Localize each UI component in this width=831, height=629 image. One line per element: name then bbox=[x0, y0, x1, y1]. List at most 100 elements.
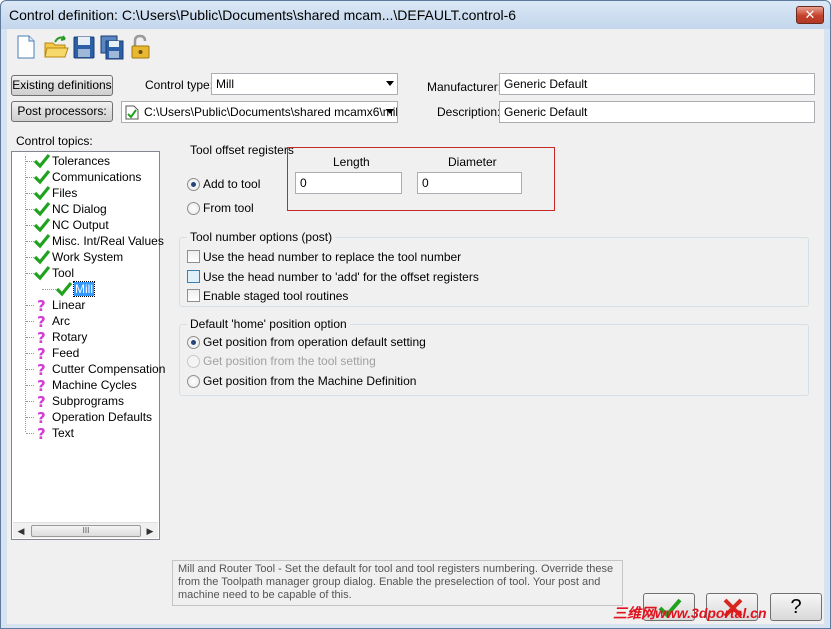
tree-item-label: Machine Cycles bbox=[52, 378, 137, 392]
control-topics-label: Control topics: bbox=[16, 134, 93, 148]
svg-text:?: ? bbox=[37, 345, 46, 361]
tree-connector bbox=[26, 353, 34, 354]
tool-offset-title: Tool offset registers bbox=[190, 143, 294, 157]
home-position-title: Default 'home' position option bbox=[187, 317, 350, 331]
tree-item-label: NC Dialog bbox=[52, 202, 107, 216]
check-icon bbox=[33, 217, 51, 233]
manufacturer-field[interactable]: Generic Default bbox=[499, 73, 815, 95]
control-type-select[interactable]: Mill bbox=[211, 73, 398, 95]
save-as-icon[interactable] bbox=[99, 33, 125, 61]
tree-item-label: Tool bbox=[52, 266, 75, 280]
post-processors-button[interactable]: Post processors: bbox=[11, 101, 113, 122]
svg-text:?: ? bbox=[37, 313, 46, 329]
add-offset-registers-label[interactable]: Use the head number to 'add' for the off… bbox=[203, 270, 479, 284]
control-topics-tree[interactable]: Tolerances Communications Files NC Dialog NC… bbox=[11, 151, 165, 540]
svg-text:?: ? bbox=[37, 297, 46, 313]
replace-tool-number-checkbox[interactable] bbox=[187, 250, 200, 263]
document-check-icon bbox=[125, 105, 139, 120]
post-path-select[interactable]: C:\Users\Public\Documents\shared mcamx6\… bbox=[121, 101, 398, 123]
scroll-thumb[interactable]: III bbox=[31, 525, 141, 537]
question-mark-icon: ? bbox=[34, 297, 50, 315]
diameter-input[interactable]: 0 bbox=[417, 172, 522, 194]
chevron-down-icon bbox=[386, 109, 394, 114]
title-bar[interactable]: Control definition: C:\Users\Public\Docu… bbox=[1, 1, 830, 29]
horizontal-scrollbar[interactable]: ◀ III ▶ bbox=[13, 522, 158, 538]
tree-item-label: Text bbox=[52, 426, 75, 440]
check-icon bbox=[33, 249, 51, 265]
tree-item-label: Arc bbox=[52, 314, 70, 328]
tree-item-label: Rotary bbox=[52, 330, 88, 344]
tree-connector bbox=[26, 369, 34, 370]
tree-connector bbox=[26, 385, 34, 386]
tree-connector bbox=[26, 337, 34, 338]
add-to-tool-radio[interactable] bbox=[187, 178, 200, 191]
question-mark-icon: ? bbox=[34, 409, 50, 427]
lock-icon[interactable] bbox=[127, 33, 153, 61]
scroll-left-icon[interactable]: ◀ bbox=[13, 523, 29, 539]
close-button[interactable]: ✕ bbox=[796, 6, 824, 24]
tree-connector bbox=[26, 417, 34, 418]
scroll-right-icon[interactable]: ▶ bbox=[142, 523, 158, 539]
home-machine-definition-radio[interactable] bbox=[187, 375, 200, 388]
window-title: Control definition: C:\Users\Public\Docu… bbox=[9, 7, 517, 23]
description-label: Description: bbox=[437, 105, 501, 119]
home-operation-default-radio[interactable] bbox=[187, 336, 200, 349]
watermark: 三维网www.3dportal.cn bbox=[613, 605, 767, 621]
save-icon[interactable] bbox=[71, 33, 97, 61]
tree-connector bbox=[26, 321, 34, 322]
check-icon bbox=[33, 265, 51, 281]
chevron-down-icon bbox=[386, 81, 394, 86]
tree-connector bbox=[26, 305, 34, 306]
tree-item-label: Files bbox=[52, 186, 78, 200]
tree-connector bbox=[26, 273, 34, 274]
replace-tool-number-label[interactable]: Use the head number to replace the tool … bbox=[203, 250, 461, 264]
tool-number-title: Tool number options (post) bbox=[187, 230, 336, 244]
tree-item-label: Communications bbox=[52, 170, 142, 184]
tree-connector bbox=[26, 241, 34, 242]
tree-connector bbox=[26, 209, 34, 210]
tree-item-label: Misc. Int/Real Values bbox=[52, 234, 164, 248]
tree-connector bbox=[25, 156, 26, 432]
help-description: Mill and Router Tool - Set the default f… bbox=[172, 560, 623, 606]
tree-connector bbox=[42, 289, 56, 290]
tree-item-label: Tolerances bbox=[52, 154, 111, 168]
question-mark-icon: ? bbox=[34, 329, 50, 347]
tree-connector bbox=[26, 161, 34, 162]
home-machine-definition-label[interactable]: Get position from the Machine Definition bbox=[203, 374, 416, 388]
tree-item-label: Cutter Compensation bbox=[52, 362, 166, 376]
check-icon bbox=[33, 169, 51, 185]
description-field[interactable]: Generic Default bbox=[499, 101, 815, 123]
tree-item-label: Operation Defaults bbox=[52, 410, 153, 424]
tree-item-label: Feed bbox=[52, 346, 80, 360]
diameter-label: Diameter bbox=[448, 155, 497, 169]
question-mark-icon: ? bbox=[34, 393, 50, 411]
manufacturer-label: Manufacturer: bbox=[427, 80, 502, 94]
tree-item-label: Linear bbox=[52, 298, 86, 312]
length-input[interactable]: 0 bbox=[295, 172, 402, 194]
add-offset-registers-checkbox[interactable] bbox=[187, 270, 200, 283]
tree-item-label: Mill bbox=[73, 281, 95, 297]
svg-text:?: ? bbox=[37, 361, 46, 377]
home-operation-default-label[interactable]: Get position from operation default sett… bbox=[203, 335, 426, 349]
open-folder-icon[interactable] bbox=[43, 33, 69, 61]
existing-definitions-button[interactable]: Existing definitions bbox=[11, 75, 113, 96]
tree-item-label: Subprograms bbox=[52, 394, 125, 408]
help-button[interactable]: ? bbox=[770, 593, 822, 621]
question-mark-icon: ? bbox=[34, 425, 50, 443]
home-tool-setting-radio bbox=[187, 355, 200, 368]
question-mark-icon: ? bbox=[34, 361, 50, 379]
add-to-tool-label[interactable]: Add to tool bbox=[203, 177, 260, 191]
tree-connector bbox=[26, 193, 34, 194]
staged-tool-checkbox[interactable] bbox=[187, 289, 200, 302]
tree-connector bbox=[26, 177, 34, 178]
question-mark-icon: ? bbox=[34, 313, 50, 331]
tree-item-label: NC Output bbox=[52, 218, 109, 232]
svg-text:?: ? bbox=[37, 393, 46, 409]
from-tool-label[interactable]: From tool bbox=[203, 201, 254, 215]
length-label: Length bbox=[333, 155, 370, 169]
check-icon bbox=[33, 185, 51, 201]
new-file-icon[interactable] bbox=[13, 33, 39, 61]
from-tool-radio[interactable] bbox=[187, 202, 200, 215]
svg-text:?: ? bbox=[37, 409, 46, 425]
staged-tool-label[interactable]: Enable staged tool routines bbox=[203, 289, 348, 303]
